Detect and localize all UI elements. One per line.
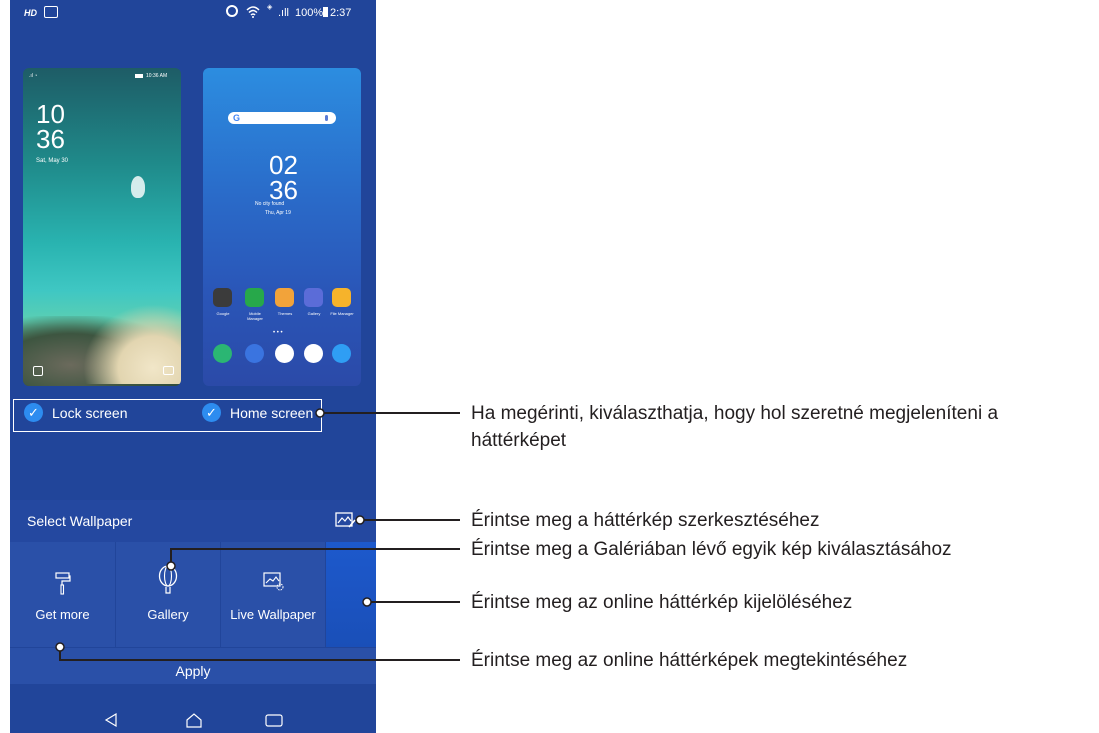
callout-dot-browse <box>55 642 65 652</box>
callout-line-gallery <box>170 548 460 566</box>
callout-dot-edit <box>355 515 365 525</box>
callout-browse: Érintse meg az online háttérképek megtek… <box>471 650 908 671</box>
callout-dot-gallery <box>166 561 176 571</box>
callout-gallery: Érintse meg a Galériában lévő egyik kép … <box>471 539 952 560</box>
callout-edit: Érintse meg a háttérkép szerkesztéséhez <box>471 510 820 531</box>
callout-dot-online <box>362 597 372 607</box>
callout-lines <box>55 408 460 661</box>
callout-targets: Ha megérinti, kiválaszthatja, hogy hol s… <box>471 403 999 451</box>
callout-dot-targets <box>315 408 325 418</box>
callout-online: Érintse meg az online háttérkép kijelölé… <box>471 592 853 613</box>
callout-line-browse <box>59 647 460 661</box>
